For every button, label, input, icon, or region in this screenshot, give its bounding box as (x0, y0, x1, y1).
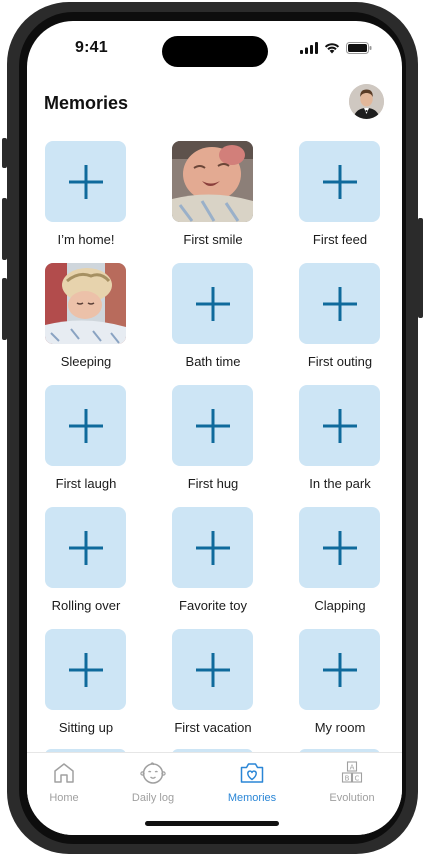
memory-label: I’m home! (57, 232, 115, 247)
memory-photo[interactable] (172, 141, 253, 222)
status-icons (300, 42, 372, 54)
add-memory-button[interactable] (45, 385, 126, 466)
memory-tile[interactable]: Bath time (172, 263, 254, 369)
memory-tile[interactable]: Clapping (299, 507, 381, 613)
add-memory-button[interactable] (172, 385, 253, 466)
power-button (418, 218, 423, 318)
memory-label: First hug (187, 476, 239, 491)
memory-tile[interactable]: First laugh (45, 385, 127, 491)
memory-label: First smile (183, 232, 243, 247)
tab-daily-log[interactable]: Daily log (108, 761, 198, 804)
house-icon (54, 763, 74, 783)
page-header: Memories (27, 81, 402, 129)
memory-tile[interactable]: First hug (172, 385, 254, 491)
plus-icon (195, 286, 230, 321)
memory-label: Favorite toy (179, 598, 247, 613)
memory-label: Sleeping (60, 354, 112, 369)
memory-label: In the park (309, 476, 371, 491)
add-memory-button[interactable] (172, 507, 253, 588)
tab-memories[interactable]: Memories (207, 761, 297, 804)
memory-tile[interactable]: Sleeping (45, 263, 127, 369)
plus-icon (322, 286, 357, 321)
plus-icon (68, 530, 103, 565)
plus-icon (322, 652, 357, 687)
plus-icon (68, 164, 103, 199)
phone-frame: 9:41 Memories I’m home! First smile Firs… (2, 0, 423, 856)
baby-smile-photo (172, 141, 253, 222)
add-memory-button[interactable] (45, 141, 126, 222)
plus-icon (68, 408, 103, 443)
plus-icon (195, 408, 230, 443)
svg-text:C: C (355, 775, 360, 783)
memory-tile[interactable]: First vacation (172, 629, 254, 735)
memory-tile[interactable]: First feed (299, 141, 381, 247)
photo-heart-icon (240, 763, 264, 783)
memory-tile[interactable]: Rolling over (45, 507, 127, 613)
status-bar: 9:41 (27, 21, 402, 71)
memory-tile[interactable]: Sitting up (45, 629, 127, 735)
memory-label: Rolling over (51, 598, 121, 613)
add-memory-button[interactable] (299, 141, 380, 222)
add-memory-button[interactable] (45, 507, 126, 588)
memory-label: First laugh (55, 476, 117, 491)
add-memory-button[interactable] (172, 263, 253, 344)
tab-home-label: Home (49, 792, 79, 804)
plus-icon (322, 408, 357, 443)
cellular-signal-icon (300, 42, 318, 54)
tab-evolution-label: Evolution (329, 792, 375, 804)
wifi-icon (324, 43, 340, 54)
tab-home[interactable]: Home (27, 761, 109, 804)
plus-icon (68, 652, 103, 687)
avatar[interactable] (349, 84, 384, 119)
tab-memories-label: Memories (227, 792, 277, 804)
home-indicator (145, 821, 279, 826)
memory-tile[interactable]: My room (299, 629, 381, 735)
memory-photo[interactable] (45, 263, 126, 344)
memory-label: Bath time (185, 354, 241, 369)
app-screen: 9:41 Memories I’m home! First smile Firs… (27, 21, 402, 835)
svg-text:B: B (345, 775, 350, 783)
memory-tile[interactable]: First outing (299, 263, 381, 369)
status-time: 9:41 (75, 39, 108, 56)
add-memory-button[interactable] (299, 263, 380, 344)
add-memory-button[interactable] (299, 507, 380, 588)
svg-text:A: A (350, 764, 355, 772)
plus-icon (322, 530, 357, 565)
add-memory-button[interactable] (299, 385, 380, 466)
memory-tile[interactable]: First smile (172, 141, 254, 247)
plus-icon (322, 164, 357, 199)
tab-evolution[interactable]: A B C Evolution (307, 761, 397, 804)
tab-daily-log-label: Daily log (131, 792, 175, 804)
memory-label: First outing (307, 354, 373, 369)
add-memory-button[interactable] (172, 629, 253, 710)
plus-icon (195, 530, 230, 565)
baby-face-icon (140, 762, 166, 784)
memory-label: My room (314, 720, 366, 735)
abc-blocks-icon: A B C (341, 761, 363, 783)
profile-photo-icon (349, 84, 384, 119)
dynamic-island (162, 36, 268, 67)
memory-tile[interactable]: I’m home! (45, 141, 127, 247)
page-title: Memories (44, 93, 129, 113)
battery-icon (346, 42, 372, 54)
memory-label: First feed (312, 232, 368, 247)
add-memory-button[interactable] (299, 629, 380, 710)
memory-label: First vacation (174, 720, 252, 735)
add-memory-button[interactable] (45, 629, 126, 710)
baby-sleeping-photo (45, 263, 126, 344)
plus-icon (195, 652, 230, 687)
memory-tile[interactable]: Favorite toy (172, 507, 254, 613)
memory-label: Clapping (314, 598, 366, 613)
memory-label: Sitting up (58, 720, 114, 735)
memory-tile[interactable]: In the park (299, 385, 381, 491)
